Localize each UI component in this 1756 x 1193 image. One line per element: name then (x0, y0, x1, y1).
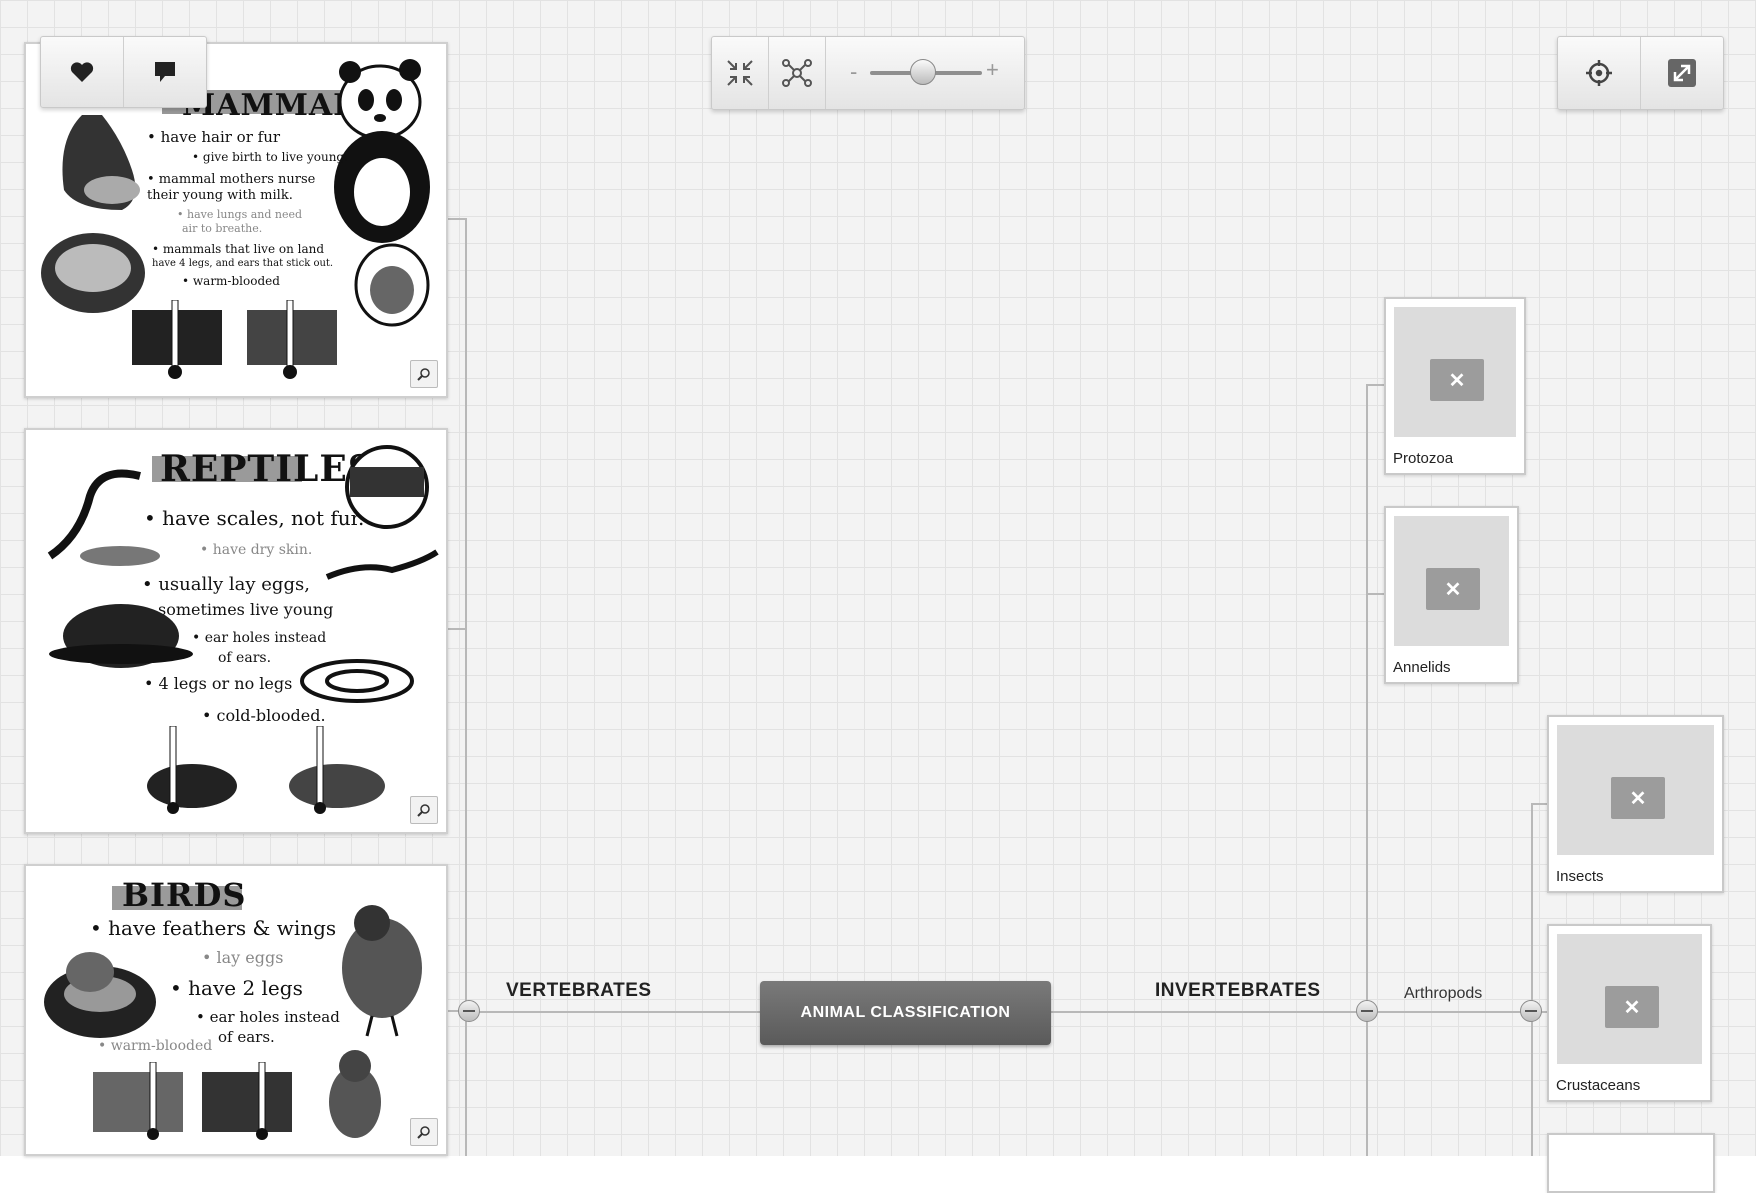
magnifier-icon (417, 368, 430, 381)
collapse-invertebrates-toggle[interactable] (1356, 1000, 1378, 1022)
comment-icon (155, 62, 175, 82)
rabbit-drawing (354, 243, 430, 327)
arthropods-label[interactable]: Arthropods (1404, 985, 1482, 1003)
lizard-drawing (325, 549, 439, 580)
connector-annelids (1366, 593, 1386, 595)
reptiles-line: • 4 legs or no legs (144, 674, 293, 693)
node-partial[interactable] (1547, 1133, 1715, 1193)
node-protozoa[interactable]: ✕ Protozoa (1384, 297, 1526, 475)
broken-image-icon: ✕ (1611, 777, 1665, 819)
zoom-control: - + (826, 37, 1024, 109)
connector-protozoa (1366, 384, 1386, 386)
birds-line: • ear holes instead (196, 1008, 340, 1026)
node-crustaceans[interactable]: ✕ Crustaceans (1547, 924, 1712, 1102)
like-button[interactable] (41, 37, 124, 107)
node-label: Protozoa (1393, 450, 1454, 467)
view-toolbar: - + (711, 36, 1025, 110)
navigation-toolbar (1557, 36, 1724, 110)
expand-icon (1668, 59, 1696, 87)
reptiles-line: • have scales, not fur. (144, 506, 365, 530)
social-toolbar (40, 36, 207, 108)
connector-invertebrates-trunk (1366, 384, 1368, 1156)
reptiles-line: • have dry skin. (200, 542, 313, 558)
heart-icon (70, 62, 94, 82)
thermometer-scene-1 (147, 726, 237, 814)
node-label: Insects (1556, 868, 1604, 885)
broken-image-icon: ✕ (1605, 986, 1659, 1028)
reptiles-line: of ears. (218, 650, 272, 666)
invertebrates-label[interactable]: INVERTEBRATES (1155, 980, 1321, 1002)
connector-arthropods (1377, 1011, 1532, 1013)
reptiles-line: • usually lay eggs, (142, 574, 310, 595)
coiled-snake-drawing (300, 659, 414, 703)
turtle-drawing (49, 604, 193, 668)
mammals-line: • mammals that live on land (152, 242, 325, 256)
collapse-arthropods-toggle[interactable] (1520, 1000, 1542, 1022)
image-placeholder: ✕ (1394, 307, 1516, 437)
thermometer-scene-1 (132, 300, 222, 379)
thermometer-scene-2 (247, 300, 337, 379)
node-label: Annelids (1393, 659, 1451, 676)
broken-image-icon: ✕ (1426, 568, 1480, 610)
magnifier-icon (417, 804, 430, 817)
birds-line: • have 2 legs (170, 976, 303, 1000)
zoom-image-button[interactable] (410, 1118, 438, 1146)
mammals-line: • mammal mothers nurse (147, 172, 316, 187)
thermometer-scene-1 (93, 1062, 183, 1140)
connector-invertebrates (1051, 1011, 1366, 1013)
image-placeholder: ✕ (1557, 725, 1714, 855)
zoom-image-button[interactable] (410, 796, 438, 824)
mammals-line: • have lungs and need (177, 208, 303, 221)
zoom-slider-handle[interactable] (910, 59, 936, 85)
mammals-line: have 4 legs, and ears that stick out. (152, 258, 334, 269)
image-placeholder: ✕ (1394, 516, 1509, 646)
mother-nursing-drawing (62, 115, 140, 210)
nest-drawing (44, 952, 156, 1038)
central-topic[interactable]: ANIMAL CLASSIFICATION (760, 981, 1051, 1045)
mammals-line: • give birth to live young. (192, 150, 348, 164)
zoom-out-button[interactable]: - (850, 59, 857, 85)
birds-line: • warm-blooded (98, 1038, 213, 1054)
connector-reptiles (447, 628, 467, 630)
connector-mammals (447, 218, 467, 220)
zoom-in-button[interactable]: + (986, 57, 999, 83)
thermometer-scene-2 (202, 1062, 292, 1140)
crosshair-icon (1586, 60, 1612, 86)
birds-illustration: BIRDS • have feathers & wings • lay eggs… (32, 872, 440, 1148)
reptiles-card[interactable]: REPTILES • have scales, not fur. • have … (24, 428, 448, 834)
birds-line: • lay eggs (202, 948, 284, 967)
network-icon (782, 59, 812, 87)
magnifier-icon (417, 1126, 430, 1139)
collapse-all-button[interactable] (712, 37, 769, 109)
mammals-line: • have hair or fur (147, 128, 281, 146)
mammals-line: their young with milk. (147, 188, 293, 203)
birds-line: of ears. (218, 1028, 275, 1046)
reptiles-illustration: REPTILES • have scales, not fur. • have … (32, 436, 440, 826)
penguin-drawing (329, 1050, 381, 1138)
fullscreen-button[interactable] (1641, 37, 1723, 109)
connector-vertebrates (470, 1011, 760, 1013)
mammals-line: air to breathe. (182, 222, 263, 235)
mammals-line: • warm-blooded (182, 274, 280, 288)
vertebrates-label[interactable]: VERTEBRATES (506, 980, 652, 1002)
auto-layout-button[interactable] (769, 37, 826, 109)
zoom-image-button[interactable] (410, 360, 438, 388)
pigeon-drawing (342, 905, 422, 1037)
birds-title: BIRDS (122, 876, 247, 914)
broken-image-icon: ✕ (1430, 359, 1484, 401)
comment-button[interactable] (124, 37, 206, 107)
collapse-arrows-icon (727, 60, 753, 86)
thermometer-scene-2 (289, 726, 385, 814)
node-insects[interactable]: ✕ Insects (1547, 715, 1724, 893)
reptiles-line: • cold-blooded. (202, 706, 326, 725)
birds-card[interactable]: BIRDS • have feathers & wings • lay eggs… (24, 864, 448, 1156)
collapse-vertebrates-toggle[interactable] (458, 1000, 480, 1022)
node-annelids[interactable]: ✕ Annelids (1384, 506, 1519, 684)
center-view-button[interactable] (1558, 37, 1641, 109)
birds-line: • have feathers & wings (90, 916, 337, 940)
connector-arthropods-trunk (1531, 803, 1533, 1156)
node-label: Crustaceans (1556, 1077, 1641, 1094)
image-placeholder: ✕ (1557, 934, 1702, 1064)
